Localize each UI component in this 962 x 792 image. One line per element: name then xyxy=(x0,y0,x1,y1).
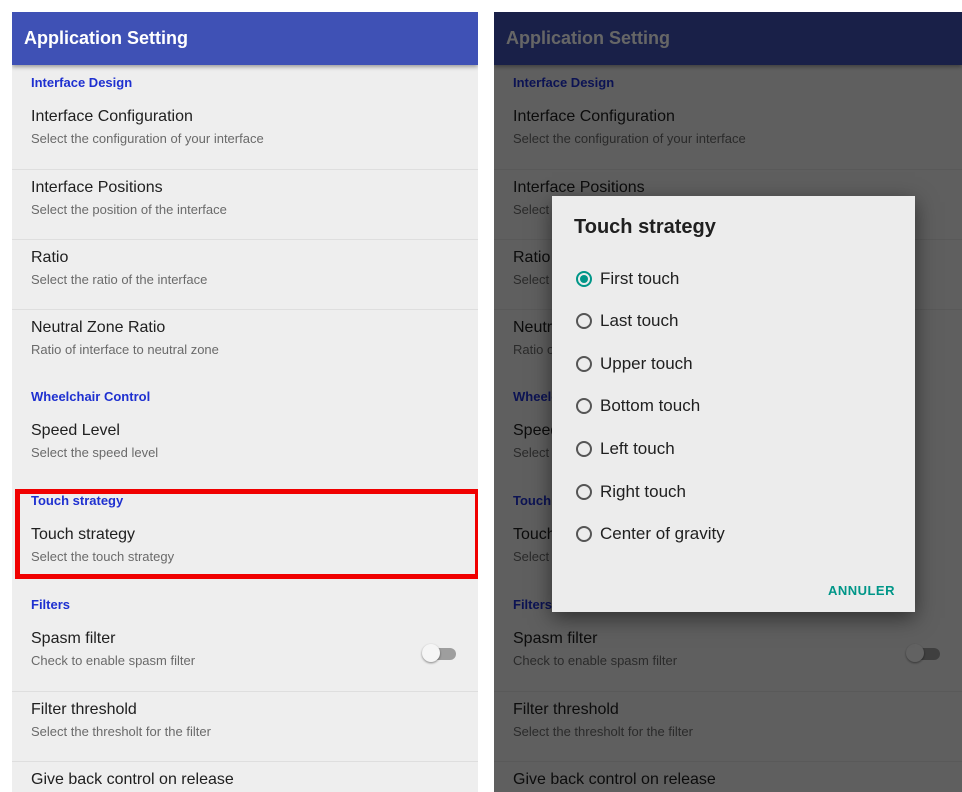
radio-unchecked-icon xyxy=(576,526,592,542)
setting-title: Ratio xyxy=(31,249,69,266)
setting-summary: Select the position of the interface xyxy=(31,202,227,217)
radio-option-upper-touch[interactable]: Upper touch xyxy=(576,351,693,377)
radio-option-right-touch[interactable]: Right touch xyxy=(576,479,686,505)
option-label: Left touch xyxy=(600,439,675,458)
setting-title: Neutral Zone Ratio xyxy=(31,319,166,336)
setting-title: Filter threshold xyxy=(31,701,137,718)
app-bar: Application Setting xyxy=(12,12,478,65)
settings-screen-right: Application Setting Interface Design Int… xyxy=(494,12,962,792)
radio-option-first-touch[interactable]: First touch xyxy=(576,266,679,292)
option-label: Center of gravity xyxy=(600,524,725,543)
setting-summary: Select the speed level xyxy=(31,445,159,460)
setting-give-back-control[interactable]: Give back control on release xyxy=(12,761,478,792)
setting-summary: Select the configuration of your interfa… xyxy=(31,131,264,146)
settings-screen-left: Application Setting Interface Design Int… xyxy=(12,12,478,792)
setting-title: Speed Level xyxy=(31,422,120,439)
setting-ratio[interactable]: Ratio Select the ratio of the interface xyxy=(12,239,478,309)
radio-unchecked-icon xyxy=(576,398,592,414)
radio-option-bottom-touch[interactable]: Bottom touch xyxy=(576,393,700,419)
radio-unchecked-icon xyxy=(576,313,592,329)
setting-interface-positions[interactable]: Interface Positions Select the position … xyxy=(12,169,478,239)
radio-option-center-of-gravity[interactable]: Center of gravity xyxy=(576,521,725,547)
category-filters: Filters xyxy=(31,596,71,612)
setting-summary: Ratio of interface to neutral zone xyxy=(31,342,219,357)
setting-neutral-zone-ratio[interactable]: Neutral Zone Ratio Ratio of interface to… xyxy=(12,309,478,379)
spasm-filter-toggle[interactable] xyxy=(422,644,456,662)
category-wheelchair-control: Wheelchair Control xyxy=(31,388,151,404)
option-label: First touch xyxy=(600,269,680,288)
settings-list: Interface Design Interface Configuration… xyxy=(12,65,478,792)
option-label: Bottom touch xyxy=(600,396,701,415)
setting-title: Interface Positions xyxy=(31,179,163,196)
category-touch-strategy: Touch strategy xyxy=(31,492,124,508)
dialog-title: Touch strategy xyxy=(574,216,716,238)
setting-title: Give back control on release xyxy=(31,771,234,788)
radio-option-last-touch[interactable]: Last touch xyxy=(576,308,678,334)
setting-title: Spasm filter xyxy=(31,630,116,647)
option-label: Right touch xyxy=(600,482,686,501)
setting-summary: Check to enable spasm filter xyxy=(31,653,196,668)
setting-spasm-filter[interactable]: Spasm filter Check to enable spasm filte… xyxy=(12,621,478,691)
setting-title: Interface Configuration xyxy=(31,108,193,125)
setting-summary: Select the ratio of the interface xyxy=(31,272,208,287)
setting-filter-threshold[interactable]: Filter threshold Select the thresholt fo… xyxy=(12,691,478,761)
category-interface-design: Interface Design xyxy=(31,74,133,90)
setting-summary: Select the touch strategy xyxy=(31,549,175,564)
radio-option-left-touch[interactable]: Left touch xyxy=(576,436,675,462)
setting-touch-strategy[interactable]: Touch strategy Select the touch strategy xyxy=(12,517,478,587)
radio-checked-icon xyxy=(576,271,592,287)
setting-speed-level[interactable]: Speed Level Select the speed level xyxy=(12,413,478,483)
setting-summary: Select the thresholt for the filter xyxy=(31,724,211,739)
option-label: Last touch xyxy=(600,311,679,330)
toggle-thumb xyxy=(422,644,440,662)
setting-interface-configuration[interactable]: Interface Configuration Select the confi… xyxy=(12,99,478,169)
radio-unchecked-icon xyxy=(576,441,592,457)
radio-unchecked-icon xyxy=(576,484,592,500)
setting-title: Touch strategy xyxy=(31,526,136,543)
option-label: Upper touch xyxy=(600,354,693,373)
cancel-button[interactable]: ANNULER xyxy=(828,583,895,598)
touch-strategy-dialog: Touch strategy First touch Last touch Up… xyxy=(552,196,915,612)
radio-unchecked-icon xyxy=(576,356,592,372)
app-bar-title: Application Setting xyxy=(24,28,188,48)
